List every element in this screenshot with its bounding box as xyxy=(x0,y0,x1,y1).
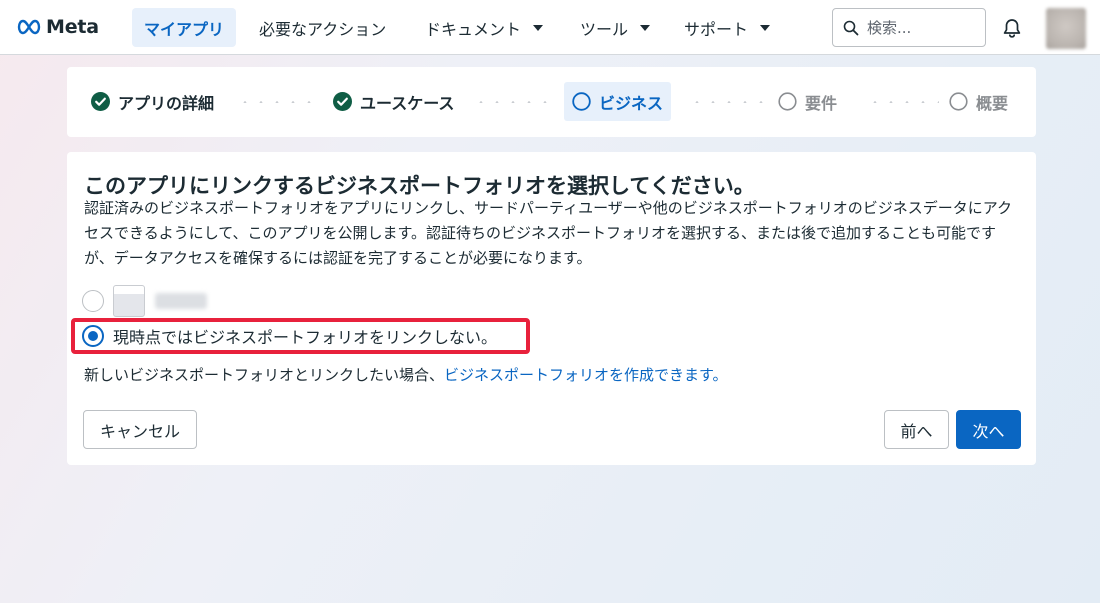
business-portfolio-option[interactable] xyxy=(82,285,207,317)
bell-icon[interactable] xyxy=(1001,17,1023,39)
top-navigation: Meta マイアプリ 必要なアクション ドキュメント ツール サポート xyxy=(0,0,1100,55)
step-summary[interactable]: 概要 xyxy=(941,82,1016,121)
search-input[interactable] xyxy=(867,18,977,37)
step-connector xyxy=(473,101,559,103)
empty-circle-icon xyxy=(778,92,797,111)
step-label: ユースケース xyxy=(360,93,455,113)
radio-button[interactable] xyxy=(82,290,104,312)
step-label: 要件 xyxy=(805,93,838,113)
step-app-details[interactable]: アプリの詳細 xyxy=(83,82,222,121)
nav-support[interactable]: サポート xyxy=(672,8,782,47)
radio-button-selected[interactable] xyxy=(82,325,104,347)
progress-stepper: アプリの詳細 ユースケース ビジネス 要件 概要 xyxy=(67,67,1036,137)
nav-my-apps-label: マイアプリ xyxy=(144,19,225,39)
nav-required-actions[interactable]: 必要なアクション xyxy=(247,8,398,47)
create-portfolio-link[interactable]: ビジネスポートフォリオを作成できます。 xyxy=(444,366,728,384)
chevron-down-icon xyxy=(640,24,651,31)
step-connector xyxy=(237,101,323,103)
nav-support-label: サポート xyxy=(684,19,749,39)
step-label: ビジネス xyxy=(599,93,664,113)
step-requirements[interactable]: 要件 xyxy=(770,82,845,121)
step-use-cases[interactable]: ユースケース xyxy=(325,82,462,121)
nav-tools[interactable]: ツール xyxy=(568,8,662,47)
card-description: 認証済みのビジネスポートフォリオをアプリにリンクし、サードパーティユーザーや他の… xyxy=(84,199,1013,267)
empty-circle-icon xyxy=(572,92,591,111)
nav-tools-label: ツール xyxy=(580,19,629,39)
logo-text: Meta xyxy=(46,16,99,38)
next-button[interactable]: 次へ xyxy=(956,410,1021,449)
step-connector xyxy=(689,101,775,103)
step-label: アプリの詳細 xyxy=(118,93,215,113)
meta-infinity-icon xyxy=(17,19,41,35)
business-portfolio-card: このアプリにリンクするビジネスポートフォリオを選択してください。 認証済みのビジ… xyxy=(67,152,1036,465)
step-label: 概要 xyxy=(976,93,1009,113)
nav-my-apps[interactable]: マイアプリ xyxy=(132,8,237,47)
step-connector xyxy=(867,101,939,103)
create-portfolio-prefix: 新しいビジネスポートフォリオとリンクしたい場合、 xyxy=(84,366,445,384)
chevron-down-icon xyxy=(533,24,544,31)
redacted-portfolio-name xyxy=(155,293,207,309)
no-link-option[interactable]: 現時点ではビジネスポートフォリオをリンクしない。 xyxy=(82,324,497,348)
cancel-button[interactable]: キャンセル xyxy=(83,410,197,449)
check-circle-icon xyxy=(333,92,352,111)
no-link-option-label: 現時点ではビジネスポートフォリオをリンクしない。 xyxy=(113,328,498,347)
chevron-down-icon xyxy=(760,24,771,31)
nav-documents-label: ドキュメント xyxy=(425,19,522,39)
meta-logo[interactable]: Meta xyxy=(16,16,99,38)
check-circle-icon xyxy=(91,92,110,111)
business-portfolio-icon xyxy=(113,285,145,317)
step-business[interactable]: ビジネス xyxy=(564,82,672,121)
back-button[interactable]: 前へ xyxy=(884,410,949,449)
nav-documents[interactable]: ドキュメント xyxy=(413,8,555,47)
avatar[interactable] xyxy=(1046,8,1086,49)
nav-required-actions-label: 必要なアクション xyxy=(259,19,387,39)
search-icon xyxy=(843,20,859,35)
create-portfolio-text: 新しいビジネスポートフォリオとリンクしたい場合、ビジネスポートフォリオを作成でき… xyxy=(84,364,728,385)
search-box[interactable] xyxy=(832,8,986,47)
empty-circle-icon xyxy=(949,92,968,111)
